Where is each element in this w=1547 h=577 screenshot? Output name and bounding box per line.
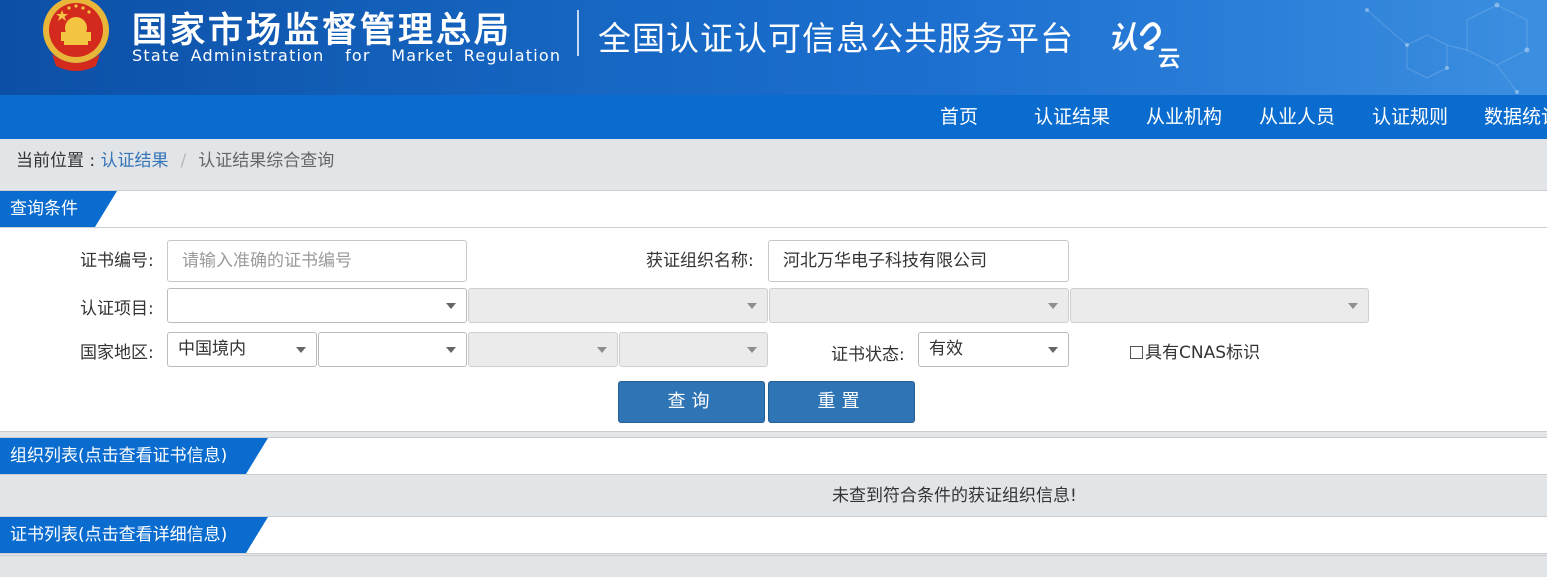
project-select-3[interactable]: [769, 288, 1069, 323]
region-select-2[interactable]: [318, 332, 467, 367]
cnas-label: 具有CNAS标识: [1145, 343, 1261, 363]
chevron-down-icon: [446, 347, 456, 353]
query-section-header: 查询条件: [0, 190, 1547, 228]
breadcrumb-link-cert-results[interactable]: 认证结果: [101, 151, 169, 171]
network-decoration-icon: [1365, 2, 1530, 94]
nav-item-institutions[interactable]: 从业机构: [1146, 95, 1222, 139]
region-select-3[interactable]: [468, 332, 618, 367]
cnas-option: 具有CNAS标识: [1130, 342, 1260, 364]
platform-logo-icon: 认 云: [1108, 21, 1180, 70]
breadcrumb-prefix: 当前位置 :: [16, 151, 101, 171]
cert-no-input[interactable]: [167, 240, 467, 282]
nav-item-statistics[interactable]: 数据统计: [1484, 95, 1547, 139]
chevron-down-icon: [597, 347, 607, 353]
header-banner: 国家市场监督管理总局 State Administration for Mark…: [0, 0, 1547, 95]
cert-list-section-header: 证书列表(点击查看详细信息): [0, 516, 1547, 554]
query-section-title: 查询条件: [0, 191, 117, 227]
reset-button[interactable]: 重置: [768, 381, 915, 423]
nav-item-practitioners[interactable]: 从业人员: [1259, 95, 1335, 139]
project-label: 认证项目:: [80, 299, 154, 319]
nav-item-home[interactable]: 首页: [940, 95, 978, 139]
cert-no-label: 证书编号:: [80, 251, 154, 271]
org-name-en: State Administration for Market Regulati…: [132, 46, 562, 65]
org-list-empty-row: 未查到符合条件的获证组织信息!: [0, 476, 1547, 516]
cnas-checkbox[interactable]: [1130, 346, 1143, 359]
cert-list-body: [0, 555, 1547, 577]
chevron-down-icon: [747, 303, 757, 309]
breadcrumb-current: 认证结果综合查询: [198, 151, 335, 171]
region-select-1[interactable]: 中国境内: [167, 332, 317, 367]
org-name-input[interactable]: 河北万华电子科技有限公司: [768, 240, 1069, 282]
main-nav: 首页 认证结果 从业机构 从业人员 认证规则 数据统计: [0, 95, 1547, 139]
chevron-down-icon: [1348, 303, 1358, 309]
svg-text:认: 认: [1108, 21, 1138, 56]
nav-item-cert-results[interactable]: 认证结果: [1034, 95, 1110, 139]
chevron-down-icon: [446, 303, 456, 309]
org-list-empty-message: 未查到符合条件的获证组织信息!: [832, 486, 1077, 506]
nav-item-cert-rules[interactable]: 认证规则: [1372, 95, 1448, 139]
status-select[interactable]: 有效: [918, 332, 1069, 367]
org-name-label: 获证组织名称:: [646, 251, 754, 271]
breadcrumb-separator: /: [180, 151, 187, 171]
breadcrumb: 当前位置 : 认证结果 / 认证结果综合查询: [0, 139, 1547, 183]
region-select-4[interactable]: [619, 332, 768, 367]
region-label: 国家地区:: [80, 343, 154, 363]
org-list-section-header: 组织列表(点击查看证书信息): [0, 437, 1547, 475]
org-list-section-title: 组织列表(点击查看证书信息): [0, 438, 268, 474]
chevron-down-icon: [1048, 303, 1058, 309]
chevron-down-icon: [296, 347, 306, 353]
project-select-4[interactable]: [1070, 288, 1369, 323]
region-select-1-value: 中国境内: [178, 339, 246, 359]
status-label: 证书状态:: [831, 345, 905, 365]
status-select-value: 有效: [929, 339, 963, 359]
svg-text:云: 云: [1158, 47, 1180, 70]
platform-title: 全国认证认可信息公共服务平台: [598, 19, 1074, 58]
query-form: 证书编号: 获证组织名称: 河北万华电子科技有限公司 认证项目: 国家地区: 中…: [0, 228, 1547, 432]
project-select-2[interactable]: [468, 288, 768, 323]
chevron-down-icon: [747, 347, 757, 353]
banner-divider: [577, 10, 579, 56]
search-button[interactable]: 查询: [618, 381, 765, 423]
national-emblem-icon: [43, 0, 109, 71]
project-select-1[interactable]: [167, 288, 467, 323]
cert-list-section-title: 证书列表(点击查看详细信息): [0, 517, 268, 553]
chevron-down-icon: [1048, 347, 1058, 353]
